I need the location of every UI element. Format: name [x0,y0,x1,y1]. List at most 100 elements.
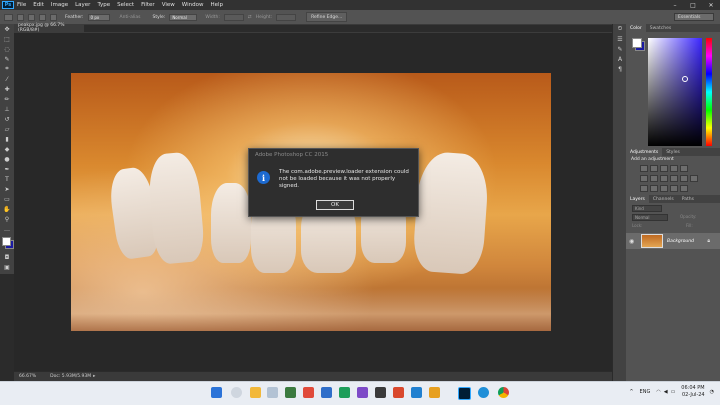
hue-slider[interactable] [706,38,712,146]
maximize-button[interactable]: □ [684,0,702,10]
intersect-selection-icon[interactable] [50,13,57,21]
swap-icon[interactable]: ⇄ [248,15,252,20]
taskbar-app-icon[interactable] [303,387,314,398]
refine-edge-button[interactable]: Refine Edge... [306,12,348,22]
menu-select[interactable]: Select [117,2,134,8]
picker-foreground-swatch[interactable] [632,38,642,48]
menu-edit[interactable]: Edit [33,2,44,8]
clock[interactable]: 06:04 PM 02-Jul-24 [681,385,704,399]
foreground-color-swatch[interactable] [2,237,11,246]
tab-styles[interactable]: Styles [662,150,684,155]
tray-chevron-icon[interactable]: ^ [629,389,633,395]
zoom-level[interactable]: 66.67% [19,374,36,379]
posterize-icon[interactable] [650,185,658,192]
exposure-icon[interactable] [670,165,678,172]
wifi-icon[interactable]: ◠ [656,389,660,395]
invert-icon[interactable] [640,185,648,192]
more-tools-icon[interactable]: … [2,225,12,233]
menu-help[interactable]: Help [210,2,223,8]
levels-icon[interactable] [650,165,658,172]
brightness-icon[interactable] [640,165,648,172]
style-select[interactable]: Normal [169,13,198,21]
taskbar-app-icon[interactable] [267,387,278,398]
color-field[interactable] [648,38,702,146]
ok-button[interactable]: OK [316,200,354,210]
path-select-tool-icon[interactable]: ➤ [2,185,12,193]
file-explorer-icon[interactable] [250,387,261,398]
subtract-selection-icon[interactable] [39,13,46,21]
status-arrow-icon[interactable]: ▸ [93,374,95,379]
color-picker-cursor[interactable] [682,76,688,82]
brush-tool-icon[interactable]: ✏ [2,95,12,103]
feather-input[interactable]: 0 px [87,13,110,21]
tab-adjustments[interactable]: Adjustments [626,148,663,156]
hand-tool-icon[interactable]: ✋ [2,205,12,213]
menu-image[interactable]: Image [51,2,68,8]
layer-filter-kind[interactable]: Kind [632,205,662,212]
add-selection-icon[interactable] [28,13,35,21]
taskbar-app-icon[interactable] [429,387,440,398]
character-panel-icon[interactable]: A [615,55,625,63]
taskbar-app-icon[interactable] [321,387,332,398]
eraser-tool-icon[interactable]: ▱ [2,125,12,133]
taskbar-app-icon[interactable] [285,387,296,398]
antialias-checkbox[interactable]: Anti-alias [120,15,141,20]
type-tool-icon[interactable]: T [2,175,12,183]
quick-select-tool-icon[interactable]: ✎ [2,55,12,63]
taskbar-app-icon[interactable] [357,387,368,398]
move-tool-icon[interactable]: ✥ [2,25,12,33]
marquee-tool-preset[interactable] [4,13,13,21]
taskbar-app-icon[interactable] [339,387,350,398]
menu-file[interactable]: File [17,2,26,8]
marquee-tool-icon[interactable]: ⬚ [2,35,12,43]
tab-channels[interactable]: Channels [649,197,678,202]
taskbar-app-icon[interactable] [411,387,422,398]
screen-mode-icon[interactable]: ▣ [2,263,12,271]
vibrance-icon[interactable] [680,165,688,172]
language-indicator[interactable]: ENG [640,389,651,395]
eyedropper-tool-icon[interactable]: ⁄ [2,75,12,83]
channel-mixer-icon[interactable] [680,175,688,182]
lasso-tool-icon[interactable]: ◌ [2,45,12,53]
color-balance-icon[interactable] [650,175,658,182]
battery-icon[interactable]: ▭ [671,389,676,395]
workspace-select[interactable]: Essentials [674,13,714,21]
color-lookup-icon[interactable] [690,175,698,182]
dodge-tool-icon[interactable]: ● [2,155,12,163]
gradient-tool-icon[interactable]: ▮ [2,135,12,143]
zoom-tool-icon[interactable]: ⚲ [2,215,12,223]
search-icon[interactable] [231,387,242,398]
gradient-map-icon[interactable] [680,185,688,192]
height-input[interactable] [276,13,297,21]
new-selection-icon[interactable] [17,13,24,21]
notification-icon[interactable]: ◔ [710,389,714,395]
black-white-icon[interactable] [660,175,668,182]
chrome-browser-icon[interactable] [498,387,509,398]
hue-saturation-icon[interactable] [640,175,648,182]
properties-panel-icon[interactable]: ☰ [615,35,625,43]
tab-layers[interactable]: Layers [626,195,649,203]
brush-panel-icon[interactable]: ✎ [615,45,625,53]
crop-tool-icon[interactable]: ⌗ [2,65,12,73]
layer-row-background[interactable]: ◉ Background 🔒︎ [626,233,720,249]
menu-layer[interactable]: Layer [75,2,90,8]
blur-tool-icon[interactable]: ◆ [2,145,12,153]
paragraph-panel-icon[interactable]: ¶ [615,65,625,73]
menu-view[interactable]: View [162,2,175,8]
document-tab[interactable]: peakpx.jpg @ 66.7% (RGB/8#) [14,23,84,33]
width-input[interactable] [223,13,244,21]
visibility-eye-icon[interactable]: ◉ [629,238,637,245]
windows-start-icon[interactable] [211,387,222,398]
healing-brush-icon[interactable]: ✚ [2,85,12,93]
blend-mode-select[interactable]: Normal [632,214,668,221]
menu-filter[interactable]: Filter [141,2,155,8]
close-button[interactable]: ✕ [702,0,720,10]
doc-size[interactable]: Doc: 5.93M/5.93M [50,374,91,379]
tab-paths[interactable]: Paths [678,197,698,202]
edge-browser-icon[interactable] [478,387,489,398]
photoshop-taskbar-icon[interactable] [458,387,471,400]
taskbar-app-icon[interactable] [375,387,386,398]
clone-stamp-icon[interactable]: ⊥ [2,105,12,113]
quick-mask-icon[interactable]: ◘ [2,253,12,261]
minimize-button[interactable]: – [666,0,684,10]
